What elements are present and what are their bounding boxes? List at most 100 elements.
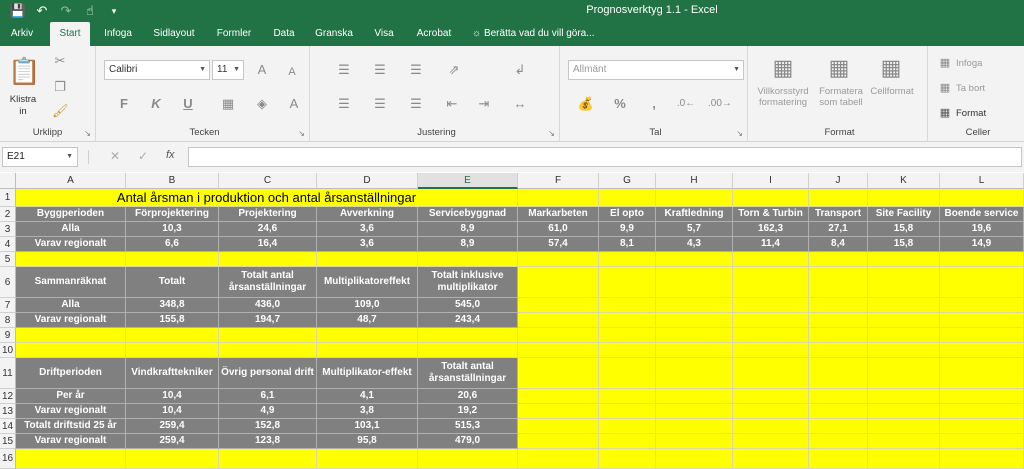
row-header[interactable]: 7 [0, 298, 16, 313]
sheet-cell[interactable]: 11,4 [733, 237, 809, 252]
sheet-cell[interactable] [940, 404, 1024, 419]
sheet-cell[interactable]: Förprojektering [126, 207, 219, 222]
sheet-cell[interactable] [656, 298, 733, 313]
sheet-cell[interactable]: 24,6 [219, 222, 317, 237]
sheet-cell[interactable] [126, 343, 219, 358]
sheet-cell[interactable] [599, 434, 656, 449]
sheet-cell[interactable] [733, 404, 809, 419]
sheet-cell[interactable] [518, 449, 599, 469]
sheet-cell[interactable]: 19,6 [940, 222, 1024, 237]
sheet-cell[interactable]: 123,8 [219, 434, 317, 449]
sheet-cell[interactable]: 27,1 [809, 222, 868, 237]
sheet-cell[interactable]: 48,7 [317, 313, 418, 328]
sheet-cell[interactable]: Per år [16, 389, 126, 404]
sheet-cell[interactable] [809, 358, 868, 389]
clipboard-launcher-icon[interactable]: ↘ [84, 129, 91, 138]
sheet-cell[interactable] [656, 434, 733, 449]
sheet-cell[interactable] [16, 328, 126, 343]
percent-button[interactable]: % [612, 97, 628, 111]
sheet-cell[interactable]: 4,3 [656, 237, 733, 252]
sheet-cell[interactable] [733, 434, 809, 449]
sheet-cell[interactable]: El opto [599, 207, 656, 222]
sheet-cell[interactable]: 259,4 [126, 434, 219, 449]
sheet-cell[interactable]: 10,3 [126, 222, 219, 237]
row-header[interactable]: 14 [0, 419, 16, 434]
row-header[interactable]: 6 [0, 267, 16, 298]
tab-granska[interactable]: Granska [310, 22, 358, 46]
comma-icon[interactable]: , [646, 97, 662, 111]
row-header[interactable]: 1 [0, 189, 16, 207]
sheet-cell[interactable]: 515,3 [418, 419, 518, 434]
sheet-cell[interactable]: 10,4 [126, 404, 219, 419]
sheet-cell[interactable] [219, 449, 317, 469]
sheet-cell[interactable] [809, 252, 868, 267]
sheet-cell[interactable] [868, 358, 940, 389]
sheet-cell[interactable] [733, 358, 809, 389]
sheet-cell[interactable]: Avverkning [317, 207, 418, 222]
tab-formler[interactable]: Formler [210, 22, 258, 46]
sheet-cell[interactable]: Varav regionalt [16, 313, 126, 328]
sheet-cell[interactable]: Totalt driftstid 25 år [16, 419, 126, 434]
sheet-cell[interactable] [940, 313, 1024, 328]
sheet-cell[interactable] [599, 313, 656, 328]
name-box[interactable]: E21 ▼ [2, 147, 78, 167]
sheet-cell[interactable] [16, 449, 126, 469]
sheet-cell[interactable]: 5,7 [656, 222, 733, 237]
borders-icon[interactable]: ▦ [218, 97, 238, 111]
sheet-cell[interactable] [733, 343, 809, 358]
sheet-cell[interactable] [16, 252, 126, 267]
sheet-cell[interactable]: 4,1 [317, 389, 418, 404]
sheet-cell[interactable]: Alla [16, 222, 126, 237]
sheet-cell[interactable] [418, 449, 518, 469]
sheet-cell[interactable] [656, 343, 733, 358]
row-header[interactable]: 12 [0, 389, 16, 404]
sheet-cell[interactable]: 19,2 [418, 404, 518, 419]
sheet-cell[interactable] [940, 328, 1024, 343]
tab-sidlayout[interactable]: Sidlayout [148, 22, 200, 46]
orientation-icon[interactable]: ⇗ [444, 63, 464, 77]
column-header[interactable]: L [940, 173, 1024, 189]
italic-button[interactable]: K [148, 97, 164, 111]
row-header[interactable]: 5 [0, 252, 16, 267]
sheet-cell[interactable] [518, 389, 599, 404]
decrease-font-icon[interactable]: A [284, 65, 300, 79]
sheet-cell[interactable] [599, 328, 656, 343]
column-header[interactable]: J [809, 173, 868, 189]
sheet-cell[interactable] [656, 189, 733, 207]
sheet-cell[interactable] [940, 358, 1024, 389]
format-as-table-label-2[interactable]: som tabell [812, 97, 870, 108]
sheet-cell[interactable] [656, 404, 733, 419]
sheet-cell[interactable]: Vindkrafttekniker [126, 358, 219, 389]
sheet-cell[interactable] [599, 419, 656, 434]
sheet-cell[interactable]: Projektering [219, 207, 317, 222]
cut-icon[interactable]: ✂ [52, 54, 68, 68]
sheet-cell[interactable]: 348,8 [126, 298, 219, 313]
sheet-cell[interactable] [868, 389, 940, 404]
tab-arkiv[interactable]: Arkiv [4, 22, 40, 46]
sheet-cell[interactable] [518, 313, 599, 328]
sheet-cell[interactable]: Sammanräknat [16, 267, 126, 298]
sheet-cell[interactable]: Multiplikator-effekt [317, 358, 418, 389]
sheet-cell[interactable] [418, 328, 518, 343]
sheet-cell[interactable] [126, 252, 219, 267]
sheet-cell[interactable] [868, 434, 940, 449]
sheet-cell[interactable]: 4,9 [219, 404, 317, 419]
sheet-cell[interactable]: 57,4 [518, 237, 599, 252]
sheet-cell[interactable] [656, 449, 733, 469]
align-right-icon[interactable]: ☰ [408, 97, 424, 111]
format-as-table-icon[interactable]: ▦ [826, 54, 852, 82]
sheet-cell[interactable] [599, 252, 656, 267]
sheet-cell[interactable] [518, 252, 599, 267]
sheet-cell[interactable] [518, 434, 599, 449]
sheet-cell[interactable] [733, 419, 809, 434]
decrease-decimal-icon[interactable]: .00→ [708, 97, 732, 111]
sheet-cell[interactable]: 152,8 [219, 419, 317, 434]
tab-infoga[interactable]: Infoga [98, 22, 138, 46]
sheet-cell[interactable] [809, 343, 868, 358]
sheet-cell[interactable]: 3,6 [317, 222, 418, 237]
sheet-cell[interactable] [317, 328, 418, 343]
sheet-cell[interactable]: 8,4 [809, 237, 868, 252]
sheet-cell[interactable] [599, 358, 656, 389]
tell-me-box[interactable]: ☼ Berätta vad du vill göra... [472, 22, 595, 46]
sheet-cell[interactable]: Övrig personal drift [219, 358, 317, 389]
